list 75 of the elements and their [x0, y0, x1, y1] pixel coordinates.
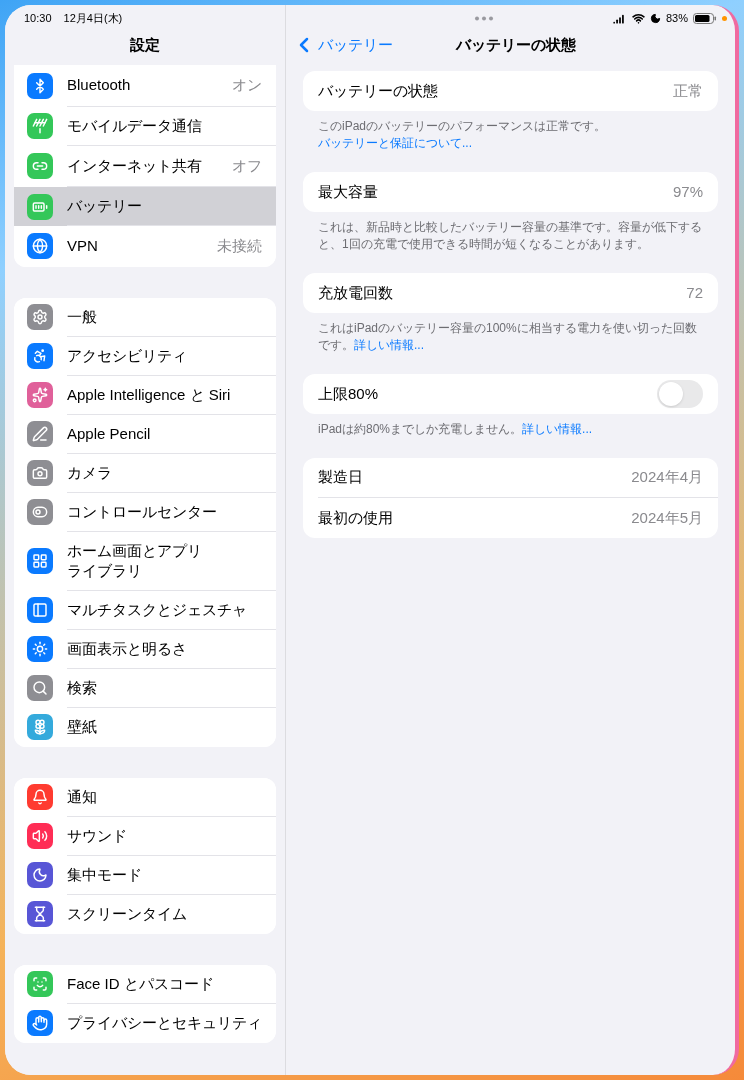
row-value: 2024年5月 — [631, 507, 703, 528]
row-label: 上限80% — [318, 383, 379, 404]
sidebar-item[interactable]: バッテリー — [14, 187, 276, 226]
row-label: 最大容量 — [318, 181, 378, 202]
item-label: 画面表示と明るさ — [67, 638, 187, 659]
item-value: オフ — [232, 155, 262, 176]
row-value: 72 — [686, 282, 703, 303]
info-link[interactable]: 詳しい情報... — [354, 338, 424, 352]
item-label: Apple Intelligence と Siri — [67, 384, 231, 405]
page-title: バッテリーの状態 — [456, 34, 576, 55]
hourglass-icon — [32, 906, 48, 922]
speaker-icon — [32, 828, 48, 844]
search-icon — [32, 680, 48, 696]
accessibility-icon — [32, 348, 48, 364]
gear-icon — [32, 309, 48, 325]
flower-icon — [32, 719, 48, 735]
item-label: コントロールセンター — [67, 501, 217, 522]
toggle-switch[interactable] — [657, 380, 703, 408]
item-label: 検索 — [67, 677, 97, 698]
item-label: バッテリー — [67, 196, 142, 216]
info-link[interactable]: 詳しい情報... — [522, 422, 593, 436]
row-value: 正常 — [673, 80, 703, 101]
row-label: 製造日 — [318, 467, 363, 488]
item-label: プライバシーとセキュリティ — [67, 1013, 262, 1033]
item-label: Bluetooth — [67, 75, 131, 96]
wifi-icon — [631, 11, 645, 25]
item-label: 通知 — [67, 786, 97, 807]
item-label: モバイルデータ通信 — [67, 115, 202, 136]
section-footer: これは、新品時と比較したバッテリー容量の基準です。容量が低下すると、1回の充電で使用できる時間が短くなることがあります。 — [303, 212, 718, 253]
moon-icon — [32, 867, 48, 883]
sun-icon — [32, 641, 48, 657]
moon-icon — [649, 12, 661, 24]
item-value: 未接続 — [217, 236, 262, 256]
item-label: スクリーンタイム — [67, 904, 187, 924]
camera-icon — [32, 465, 48, 481]
item-label: Face ID とパスコード — [67, 973, 214, 994]
pencil-icon — [32, 426, 48, 442]
globe-icon — [32, 238, 48, 255]
status-time: 10:30 — [24, 10, 52, 26]
item-label: インターネット共有 — [67, 155, 202, 176]
sparkles-icon — [32, 387, 48, 403]
sidebar-title: 設定 — [130, 34, 160, 55]
row-label: 最初の使用 — [318, 507, 393, 528]
battery-icon — [693, 12, 717, 24]
row-value: 97% — [672, 181, 703, 202]
item-label: サウンド — [67, 825, 127, 846]
row-value: 2024年4月 — [631, 467, 703, 488]
row-label: バッテリーの状態 — [318, 80, 438, 101]
item-value: オン — [232, 75, 262, 95]
item-label: 壁紙 — [67, 717, 97, 737]
item-label: 集中モード — [67, 864, 142, 885]
face-icon — [32, 976, 48, 992]
info-link[interactable]: バッテリーと保証について... — [318, 136, 472, 150]
item-label: VPN — [67, 236, 98, 257]
antenna-icon — [32, 118, 48, 134]
hand-icon — [32, 1015, 48, 1031]
item-label: Apple Pencil — [67, 423, 151, 444]
item-label: ライブラリ — [67, 560, 143, 581]
row-label: 充放電回数 — [318, 282, 393, 303]
toggle-icon — [32, 504, 48, 520]
bell-icon — [32, 789, 48, 805]
item-label: カメラ — [67, 462, 112, 483]
more-dots-icon[interactable] — [474, 15, 495, 21]
grid-icon — [32, 553, 48, 569]
item-label: マルチタスクとジェスチャ — [67, 599, 247, 620]
section-footer: このiPadのバッテリーのパフォーマンスは正常です。 バッテリーと保証について... — [303, 111, 718, 152]
item-label: ホーム画面とアプリ — [67, 540, 202, 561]
section-footer: これはiPadのバッテリー容量の100%に相当する電力を使い切った回数です。詳しい情報... — [303, 313, 718, 354]
item-label: アクセシビリティ — [67, 345, 187, 366]
status-date: 12月4日(木) — [63, 10, 123, 26]
panels-icon — [32, 602, 48, 618]
back-button[interactable]: バッテリー — [292, 33, 393, 57]
item-label: 一般 — [67, 306, 97, 327]
section-footer: iPadは約80%までしか充電しません。詳しい情報... — [303, 414, 718, 438]
battery-percent: 83% — [665, 10, 688, 26]
